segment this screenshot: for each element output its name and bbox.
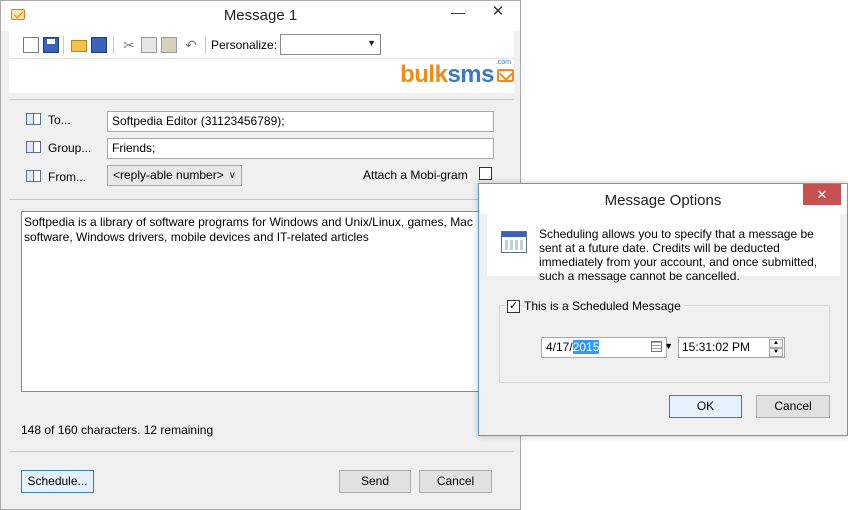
save-icon[interactable] bbox=[43, 37, 59, 53]
minimize-button[interactable]: — bbox=[441, 1, 475, 23]
toolbar: ✂ ↶ Personalize: ▼ bbox=[9, 31, 514, 59]
save-as-icon[interactable] bbox=[91, 37, 107, 53]
from-label[interactable]: From... bbox=[48, 170, 86, 184]
dialog-titlebar: Message Options ✕ bbox=[479, 184, 847, 214]
chevron-down-icon: ▼ bbox=[664, 341, 673, 351]
undo-icon[interactable]: ↶ bbox=[183, 37, 199, 53]
time-picker[interactable]: 15:31:02 PM ▲ ▼ bbox=[678, 337, 785, 358]
calendar-icon bbox=[501, 231, 527, 253]
ok-button[interactable]: OK bbox=[669, 395, 742, 418]
fields-divider bbox=[9, 199, 514, 200]
personalize-dropdown[interactable]: ▼ bbox=[280, 34, 381, 55]
from-dropdown[interactable]: <reply-able number> ∨ bbox=[107, 165, 242, 186]
address-book-icon[interactable] bbox=[26, 141, 41, 153]
cut-icon[interactable]: ✂ bbox=[121, 37, 137, 53]
group-label[interactable]: Group... bbox=[48, 141, 91, 155]
message-options-dialog: Message Options ✕ Scheduling allows you … bbox=[478, 183, 848, 436]
dialog-close-button[interactable]: ✕ bbox=[803, 184, 841, 205]
scheduled-message-label[interactable]: This is a Scheduled Message bbox=[524, 299, 684, 313]
copy-icon[interactable] bbox=[141, 37, 157, 53]
send-button[interactable]: Send bbox=[339, 470, 411, 493]
date-prefix: 4/17/ bbox=[546, 340, 573, 354]
bulksms-logo: bulksms bbox=[400, 61, 494, 88]
date-year-selected: 2015 bbox=[572, 340, 600, 354]
date-picker[interactable]: 4/17/2015 ▼ bbox=[541, 337, 673, 358]
calendar-dropdown-icon[interactable]: ▼ bbox=[651, 341, 673, 352]
group-field[interactable]: Friends; bbox=[107, 138, 494, 159]
dialog-cancel-button[interactable]: Cancel bbox=[756, 395, 830, 418]
character-count: 148 of 160 characters. 12 remaining bbox=[21, 423, 214, 437]
chevron-down-icon: ∨ bbox=[228, 170, 236, 181]
open-folder-icon[interactable] bbox=[71, 40, 87, 52]
paste-icon[interactable] bbox=[161, 37, 177, 53]
dialog-title: Message Options bbox=[604, 192, 722, 209]
logo-envelope-icon bbox=[497, 69, 514, 82]
mobigram-checkbox[interactable] bbox=[479, 167, 492, 180]
address-book-icon[interactable] bbox=[26, 113, 41, 125]
to-label[interactable]: To... bbox=[48, 113, 71, 127]
new-document-icon[interactable] bbox=[23, 37, 39, 53]
message-window-titlebar: Message 1 — ✕ bbox=[1, 1, 520, 31]
personalize-label: Personalize: bbox=[211, 38, 278, 52]
schedule-button[interactable]: Schedule... bbox=[21, 470, 94, 493]
toolbar-separator bbox=[113, 36, 114, 54]
mobigram-label: Attach a Mobi-gram bbox=[363, 168, 468, 182]
dialog-info-panel: Scheduling allows you to specify that a … bbox=[487, 214, 840, 283]
toolbar-separator bbox=[205, 36, 206, 54]
address-book-icon[interactable] bbox=[26, 170, 41, 182]
scheduled-message-checkbox[interactable]: ✓ bbox=[507, 300, 520, 313]
footer-divider bbox=[9, 451, 514, 452]
message-textarea[interactable]: Softpedia is a library of software progr… bbox=[21, 211, 491, 392]
chevron-down-icon: ▼ bbox=[367, 38, 376, 48]
message-window: Message 1 — ✕ ✂ ↶ Personalize: ▼ bulksms… bbox=[0, 0, 521, 510]
toolbar-separator bbox=[63, 36, 64, 54]
from-value: <reply-able number> bbox=[113, 168, 224, 182]
scheduling-info-text: Scheduling allows you to specify that a … bbox=[539, 227, 818, 283]
close-button[interactable]: ✕ bbox=[475, 1, 521, 23]
to-field[interactable]: Softpedia Editor (31123456789); bbox=[107, 111, 494, 132]
logo-dotcom: .com bbox=[495, 59, 511, 66]
logo-banner: bulksms .com bbox=[9, 59, 514, 93]
header-divider bbox=[9, 99, 514, 100]
cancel-button[interactable]: Cancel bbox=[419, 470, 492, 493]
spin-up-icon[interactable]: ▲ bbox=[769, 339, 783, 348]
spin-down-icon[interactable]: ▼ bbox=[769, 348, 783, 357]
time-value: 15:31:02 PM bbox=[682, 340, 751, 354]
